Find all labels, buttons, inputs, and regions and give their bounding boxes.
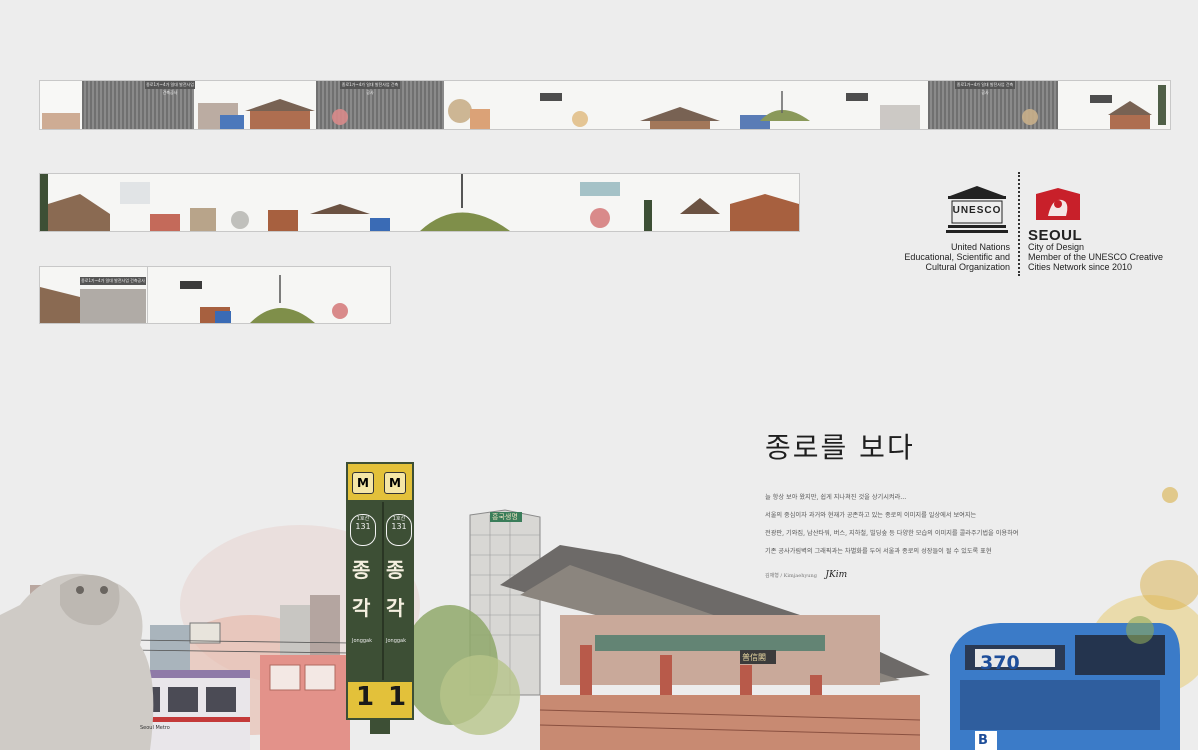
sign-post [370, 720, 390, 734]
logo-divider [1018, 172, 1020, 276]
unesco-line-1: United Nations [950, 242, 1010, 252]
gate-plaque: 普信閣 [742, 653, 766, 662]
sign-roman: Jonggak [386, 638, 407, 644]
panorama-strip-2 [39, 173, 800, 232]
building-sign: 흥국생명 [492, 513, 518, 521]
sign-station-number: 131 [355, 522, 371, 531]
unesco-line-2: Educational, Scientific and [904, 252, 1010, 262]
metro-icon: M [352, 472, 374, 494]
sign-char-jong: 종 [386, 558, 405, 582]
sign-line-label: 1호선 [392, 516, 406, 522]
sign-line-circle: 1호선 131 [386, 514, 412, 546]
bus-number: 370 [980, 652, 1020, 674]
strip-collage-art [42, 85, 1166, 129]
train-label: Seoul Metro [140, 725, 170, 731]
seoul-line-2: Member of the UNESCO Creative [1028, 252, 1164, 262]
seoul-line-3: Cities Network since 2010 [1028, 262, 1133, 272]
strip-collage-art [40, 174, 799, 231]
seoul-logo: SEOUL [1028, 188, 1088, 244]
unesco-caption: United Nations Educational, Scientific a… [880, 242, 1010, 272]
panorama-strip-1: 종로1가~4가 일대 발전사업 건축공사 종로1가~4가 일대 발전사업 건축공… [39, 80, 1171, 130]
seoul-haechi-icon [1036, 188, 1080, 220]
sign-char-gak: 각 [386, 596, 405, 620]
sign-edge [382, 502, 384, 692]
panorama-strip-3: 종로1가~4가 일대 발전사업 건축공사 [39, 266, 391, 324]
sign-line-number: 1 [356, 682, 375, 712]
metro-icon: M [384, 472, 406, 494]
sign-roman: Jonggak [352, 638, 373, 644]
unesco-line-3: Cultural Organization [925, 262, 1010, 272]
sign-char-jong: 종 [352, 558, 371, 582]
sign-char-gak: 각 [352, 596, 371, 620]
strip-collage-art [40, 267, 348, 323]
station-sign: M M 1호선 131 1호선 131 종 종 각 각 Jonggak Jong… [346, 462, 414, 734]
sign-station-number: 131 [391, 522, 407, 531]
unesco-logo-word: UNESCO [952, 205, 1002, 216]
sign-line-number: 1 [388, 682, 407, 712]
jongno-collage-illustration [0, 487, 1198, 750]
sign-line-circle: 1호선 131 [350, 514, 376, 546]
sign-line-label: 1호선 [356, 516, 370, 522]
bus-route-letter: B [978, 733, 988, 748]
unesco-logo: UNESCO [944, 184, 1010, 234]
seoul-caption: City of Design Member of the UNESCO Crea… [1028, 242, 1178, 272]
seoul-line-1: City of Design [1028, 242, 1085, 252]
